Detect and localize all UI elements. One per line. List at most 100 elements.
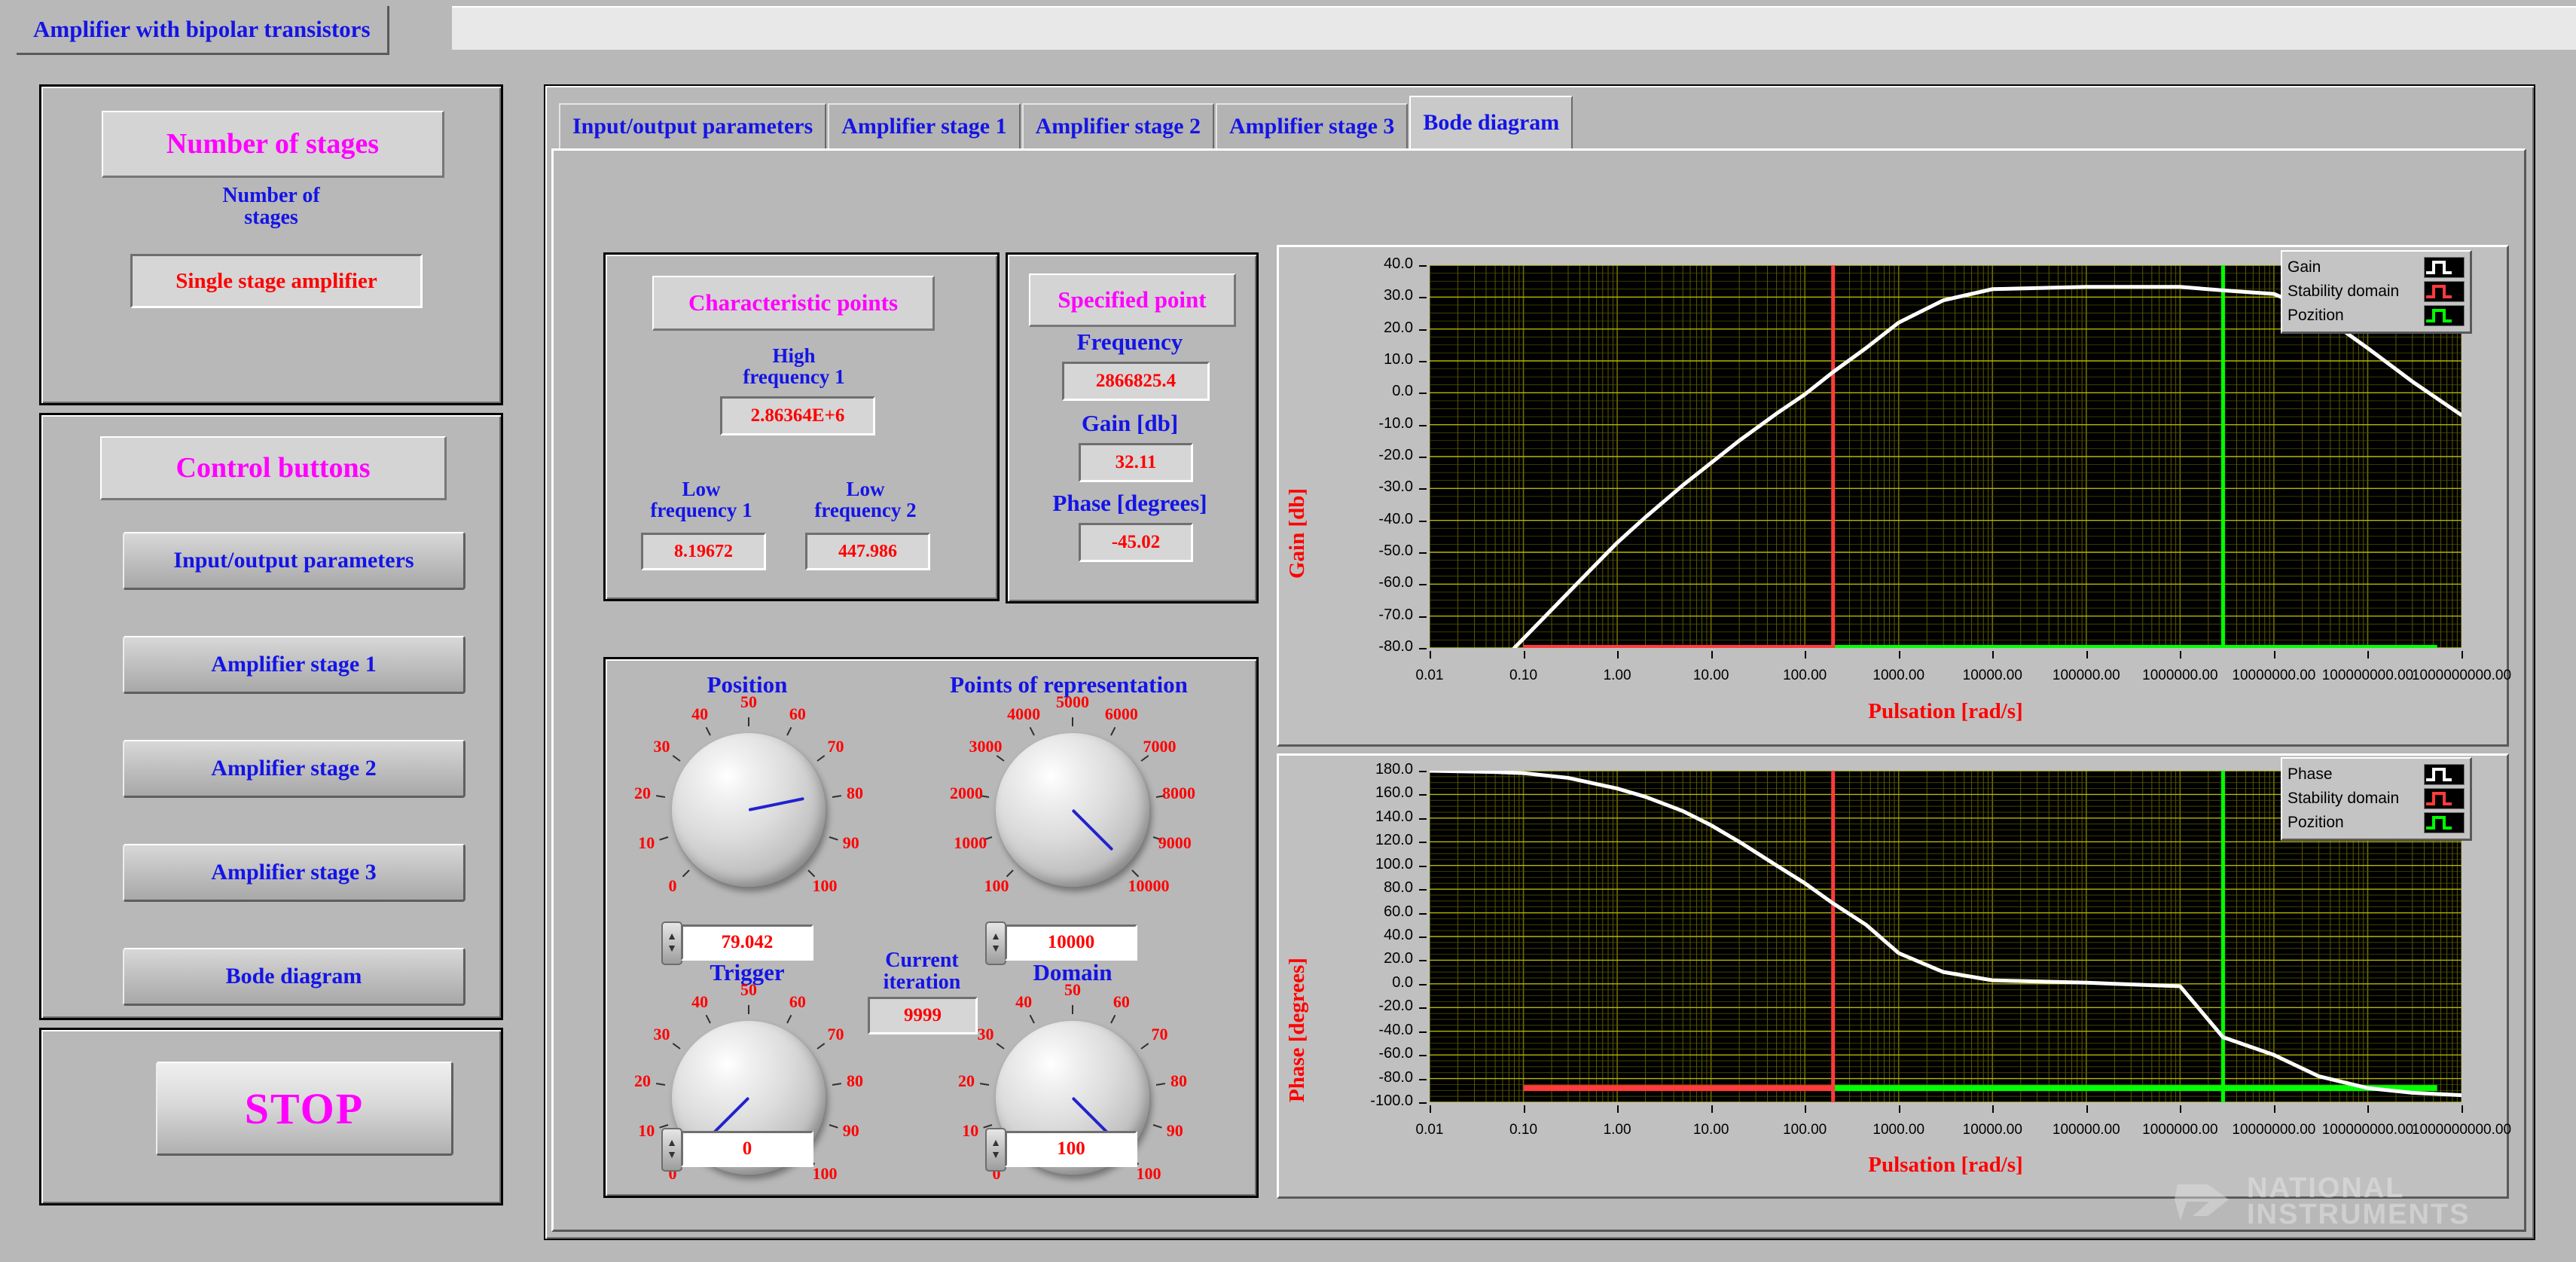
window-title-tab[interactable]: Amplifier with bipolar transistors <box>17 6 389 55</box>
domain-knob-tickmark-6 <box>1110 1014 1116 1024</box>
number-of-stages-value[interactable]: Single stage amplifier <box>130 254 423 308</box>
ytickmark-gainsvg-3 <box>1419 361 1427 362</box>
points-of-representation-knob[interactable]: 100 1000 2000 3000 4000 5000 6000 7000 8000 9000 1… <box>950 692 1195 923</box>
trigger-knob-tickmark-3 <box>672 1043 681 1050</box>
legend-label-gain: Gain <box>2288 258 2321 276</box>
position-knob-tick-8: 80 <box>847 783 864 802</box>
xtickmark-phasesvg-11 <box>2462 1105 2463 1113</box>
ytickmark-phasesvg-14 <box>1419 1102 1427 1104</box>
low-frequency-1-value-text: 8.19672 <box>674 541 733 561</box>
sidebar-button-label-3: Amplifier stage 3 <box>211 860 377 885</box>
trigger-knob-tickmark-7 <box>816 1043 826 1050</box>
legend-label-stability-domain: Stability domain <box>2288 283 2400 300</box>
points-knob-tickmark-4 <box>1029 726 1035 736</box>
high-frequency-1-value-text: 2.86364E+6 <box>750 405 845 426</box>
xtickmark-phasesvg-6 <box>1992 1105 1995 1113</box>
position-knob-tickmark-9 <box>829 836 838 841</box>
domain-knob[interactable]: 0 10 20 30 40 50 60 70 80 90 100 <box>958 980 1188 1211</box>
knobs-group: Position 0 10 20 30 40 50 60 70 80 90 100 ▲ ▼ 79.04… <box>603 657 1259 1198</box>
xtickmark-phasesvg-0 <box>1430 1105 1431 1113</box>
low-frequency-2-value[interactable]: 447.986 <box>805 533 930 570</box>
domain-knob-tickmark-5 <box>1072 1004 1073 1014</box>
specified-gain-value[interactable]: 32.11 <box>1079 443 1193 482</box>
domain-knob-tick-8: 80 <box>1170 1071 1188 1090</box>
low-frequency-1-label: Low frequency 1 <box>622 478 780 521</box>
ytickmark-gainsvg-2 <box>1419 328 1427 331</box>
position-knob-tick-0: 0 <box>668 875 677 895</box>
window-title: Amplifier with bipolar transistors <box>33 16 371 42</box>
ytick-phasesvg-4: 100.0 <box>1375 855 1413 872</box>
domain-knob-tick-3: 30 <box>977 1025 994 1044</box>
position-knob-tick-9: 90 <box>842 833 859 853</box>
position-knob-tick-2: 20 <box>633 783 651 802</box>
phase-graph-legend[interactable]: Phase Stability domain Pozition <box>2281 757 2472 841</box>
domain-knob-tick-6: 60 <box>1113 992 1130 1011</box>
specified-point-group: Specified point Frequency 2866825.4 Gain… <box>1006 252 1259 603</box>
specified-gain-value-text: 32.11 <box>1115 452 1157 472</box>
ytick-gainsvg-8: -40.0 <box>1378 510 1413 527</box>
gain-graph-xlabel: Pulsation [rad/s] <box>1868 699 2023 723</box>
points-of-representation-knob-value[interactable]: 10000 <box>1005 924 1137 961</box>
sidebar-button-label-1: Amplifier stage 1 <box>211 652 377 677</box>
trigger-knob-tickmark-2 <box>656 1083 666 1086</box>
sidebar-button-amplifier-stage-2[interactable]: Amplifier stage 2 <box>123 740 465 798</box>
xtickmark-phasesvg-2 <box>1617 1105 1619 1113</box>
trigger-knob-increment[interactable]: ▲ ▼ <box>661 1128 682 1172</box>
sidebar-button-input-output-parameters[interactable]: Input/output parameters <box>123 532 465 590</box>
position-knob-tickmark-3 <box>672 755 681 762</box>
domain-knob-value[interactable]: 100 <box>1005 1131 1137 1167</box>
trigger-knob-value[interactable]: 0 <box>681 1131 813 1167</box>
low-frequency-1-label-l1: Low <box>682 478 721 500</box>
low-frequency-1-label-l2: frequency 1 <box>650 499 752 522</box>
xtickmark-gainsvg-6 <box>1992 651 1995 659</box>
sidebar-button-label-0: Input/output parameters <box>173 548 414 573</box>
sidebar-button-amplifier-stage-1[interactable]: Amplifier stage 1 <box>123 636 465 694</box>
number-of-stages-caption: Number of stages <box>102 185 441 228</box>
points-knob-tick-2: 2000 <box>949 783 983 802</box>
sidebar-button-bode-diagram[interactable]: Bode diagram <box>123 948 465 1006</box>
number-of-stages-caption-l2: stages <box>244 206 298 230</box>
tab-amplifier-stage-3[interactable]: Amplifier stage 3 <box>1216 103 1409 148</box>
ytick-gainsvg-7: -30.0 <box>1378 478 1413 496</box>
position-knob-value[interactable]: 79.042 <box>681 924 813 961</box>
domain-knob-tickmark-2 <box>980 1083 990 1086</box>
ytickmark-gainsvg-6 <box>1419 457 1427 458</box>
ytick-gainsvg-11: -70.0 <box>1378 606 1413 623</box>
ytick-phasesvg-9: 0.0 <box>1392 973 1413 991</box>
tab-amplifier-stage-2[interactable]: Amplifier stage 2 <box>1021 103 1215 148</box>
control-buttons-plaque-label: Control buttons <box>175 452 371 484</box>
tab-input-output-parameters[interactable]: Input/output parameters <box>559 103 827 148</box>
ytick-phasesvg-5: 80.0 <box>1384 879 1413 897</box>
phase-graph: Phase [degrees] 180.0 160.0 140.0 120.0 100.… <box>1277 753 2511 1199</box>
points-knob-tick-9: 9000 <box>1158 833 1192 853</box>
tab-label-4: Bode diagram <box>1423 110 1560 135</box>
domain-knob-increment[interactable]: ▲ ▼ <box>985 1128 1006 1172</box>
trigger-knob[interactable]: 0 10 20 30 40 50 60 70 80 90 100 <box>634 980 863 1211</box>
trigger-knob-tickmark-6 <box>786 1014 792 1024</box>
points-of-representation-knob-value-text: 10000 <box>1047 932 1095 952</box>
low-frequency-1-value[interactable]: 8.19672 <box>641 533 766 570</box>
ytickmark-phasesvg-3 <box>1419 842 1427 844</box>
high-frequency-1-label-l1: High <box>772 344 816 367</box>
specified-frequency-value[interactable]: 2866825.4 <box>1062 362 1210 401</box>
points-knob-tick-6: 6000 <box>1104 704 1138 723</box>
ytickmark-gainsvg-7 <box>1419 488 1427 490</box>
tab-bode-diagram[interactable]: Bode diagram <box>1409 96 1573 148</box>
number-of-stages-plaque: Number of stages <box>102 111 444 178</box>
position-knob[interactable]: 0 10 20 30 40 50 60 70 80 90 100 <box>633 692 864 923</box>
specified-phase-value[interactable]: -45.02 <box>1079 523 1193 562</box>
tab-label-2: Amplifier stage 2 <box>1035 114 1201 139</box>
xtickmark-gainsvg-7 <box>2086 651 2088 659</box>
ytick-gainsvg-12: -80.0 <box>1378 638 1413 655</box>
position-knob-increment[interactable]: ▲ ▼ <box>661 921 682 965</box>
gain-graph-legend[interactable]: Gain Stability domain Pozition <box>2281 250 2472 334</box>
sidebar-button-amplifier-stage-3[interactable]: Amplifier stage 3 <box>123 844 465 902</box>
number-of-stages-caption-l1: Number of <box>222 184 320 207</box>
tab-amplifier-stage-1[interactable]: Amplifier stage 1 <box>828 103 1021 148</box>
domain-knob-tickmark-8 <box>1155 1083 1165 1086</box>
labview-front-panel: Amplifier with bipolar transistors Numbe… <box>0 0 2576 1262</box>
high-frequency-1-value[interactable]: 2.86364E+6 <box>720 396 875 435</box>
xtickmark-phasesvg-9 <box>2273 1105 2275 1113</box>
ytickmark-phasesvg-1 <box>1419 794 1427 796</box>
stop-button[interactable]: STOP <box>156 1062 453 1156</box>
